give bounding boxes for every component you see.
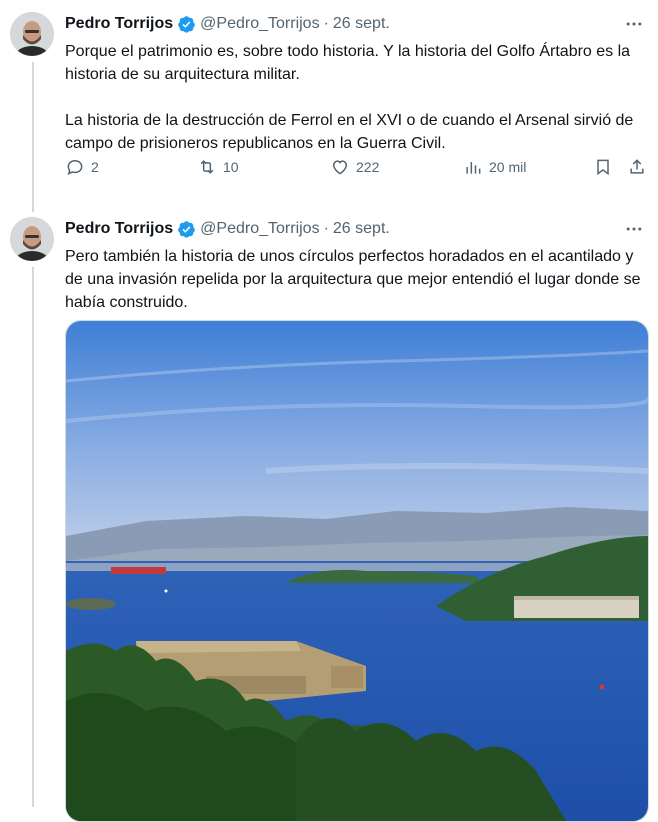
like-button[interactable]: 222: [330, 157, 379, 177]
author-handle[interactable]: @Pedro_Torrijos: [200, 220, 319, 238]
more-button[interactable]: [622, 12, 646, 36]
avatar[interactable]: [10, 217, 54, 261]
retweet-icon: [200, 160, 214, 174]
avatar[interactable]: [10, 12, 54, 56]
like-count: 222: [356, 159, 380, 175]
tweet-1[interactable]: Pedro Torrijos @Pedro_Torrijos · 26 sept…: [0, 0, 658, 212]
tweet-2[interactable]: Pedro Torrijos @Pedro_Torrijos · 26 sept…: [0, 205, 658, 822]
share-icon: [630, 159, 644, 174]
tweet-header: Pedro Torrijos @Pedro_Torrijos · 26 sept…: [65, 12, 646, 36]
photo-illustration: [66, 321, 648, 821]
tweet-date[interactable]: 26 sept.: [333, 220, 390, 238]
separator-dot: ·: [323, 15, 329, 32]
author-handle[interactable]: @Pedro_Torrijos: [200, 15, 319, 33]
more-button[interactable]: [622, 217, 646, 241]
tweet-content: Pedro Torrijos @Pedro_Torrijos · 26 sept…: [65, 12, 646, 155]
reply-count: 2: [91, 159, 99, 175]
thread-line: [32, 267, 34, 807]
tweet-content: Pedro Torrijos @Pedro_Torrijos · 26 sept…: [65, 217, 646, 314]
views-button[interactable]: 20 mil: [463, 157, 526, 177]
retweet-count: 10: [223, 159, 239, 175]
avatar-column: [10, 217, 56, 261]
like-icon: [332, 160, 348, 175]
more-icon: [626, 22, 642, 26]
thread-line: [32, 62, 34, 212]
retweet-button[interactable]: 10: [197, 157, 239, 177]
bookmark-button[interactable]: [593, 157, 613, 177]
reply-button[interactable]: 2: [65, 157, 99, 177]
tweet-text: Pero también la historia de unos círculo…: [65, 248, 645, 311]
views-icon: [466, 162, 481, 174]
share-button[interactable]: [627, 157, 647, 177]
verified-badge-icon: [178, 15, 195, 33]
author-name[interactable]: Pedro Torrijos: [65, 15, 173, 33]
reply-icon: [67, 159, 83, 176]
tweet-text: Porque el patrimonio es, sobre todo hist…: [65, 43, 634, 152]
more-icon: [626, 227, 642, 231]
verified-badge-icon: [178, 220, 195, 238]
tweet-date[interactable]: 26 sept.: [333, 15, 390, 33]
bookmark-icon: [597, 159, 609, 176]
tweet-header: Pedro Torrijos @Pedro_Torrijos · 26 sept…: [65, 217, 646, 241]
avatar-column: [10, 12, 56, 56]
tweet-photo[interactable]: [65, 320, 649, 822]
author-name[interactable]: Pedro Torrijos: [65, 220, 173, 238]
separator-dot: ·: [323, 220, 329, 237]
views-count: 20 mil: [489, 159, 527, 175]
